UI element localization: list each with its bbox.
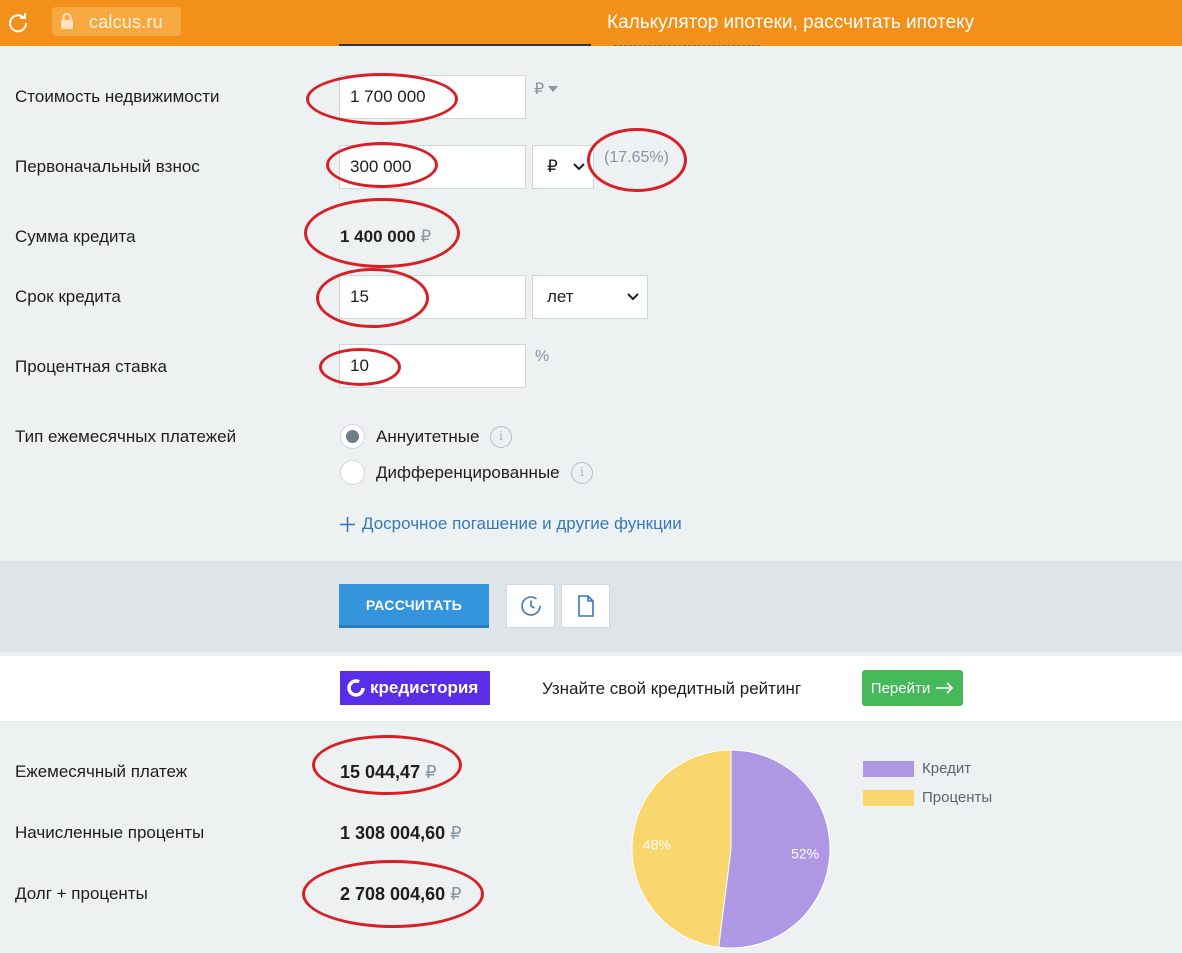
currency-dropdown[interactable]: ₽ xyxy=(534,79,559,99)
accrued-interest-label: Начисленные проценты xyxy=(15,823,205,842)
total-value: 2 708 004,60 ₽ xyxy=(340,884,462,905)
page-title: Калькулятор ипотеки, рассчитать ипотеку xyxy=(607,12,975,33)
loan-amount-value: 1 400 000 ₽ xyxy=(340,227,431,247)
inactive-tab-underline xyxy=(614,45,760,46)
go-button-label: Перейти xyxy=(870,679,931,697)
currency-symbol: ₽ xyxy=(534,81,545,98)
active-tab-underline xyxy=(339,44,591,46)
property-cost-label: Стоимость недвижимости xyxy=(15,87,220,106)
info-icon[interactable]: i xyxy=(571,462,593,484)
kredistoria-logo-text: кредистория xyxy=(370,678,479,697)
lock-icon xyxy=(61,13,73,29)
legend-label-credit: Кредит xyxy=(922,760,972,777)
radio-annuity-label[interactable]: Аннуитетные xyxy=(376,427,479,447)
radio-differentiated-label[interactable]: Дифференцированные xyxy=(376,463,560,483)
interest-rate-unit: % xyxy=(535,348,550,365)
go-button[interactable]: Перейти xyxy=(862,670,963,706)
loan-term-unit: лет xyxy=(547,287,574,306)
loan-term-unit-select[interactable]: лет xyxy=(532,275,648,319)
payment-structure-pie-chart: 52% 48% xyxy=(631,749,831,949)
more-options-link[interactable]: Досрочное погашение и другие функции xyxy=(340,514,682,534)
caret-down-icon xyxy=(548,86,559,92)
loan-amount-label: Сумма кредита xyxy=(15,227,136,246)
chevron-down-icon xyxy=(627,293,639,301)
url-text: calcus.ru xyxy=(89,12,163,32)
interest-rate-label: Процентная ставка xyxy=(15,357,167,376)
payment-type-label: Тип ежемесячных платежей xyxy=(15,427,237,446)
history-button[interactable] xyxy=(506,584,555,628)
down-payment-percent: (17.65%) xyxy=(604,149,669,166)
promo-text: Узнайте свой кредитный рейтинг xyxy=(542,679,802,698)
document-icon xyxy=(577,595,594,617)
reload-icon[interactable] xyxy=(6,10,30,34)
ring-logo-icon xyxy=(347,679,365,697)
interest-rate-value: 10 xyxy=(350,356,369,375)
monthly-payment-number: 15 044,47 xyxy=(340,762,421,782)
accrued-interest-number: 1 308 004,60 xyxy=(340,823,446,843)
monthly-payment-currency: ₽ xyxy=(425,762,437,782)
monthly-payment-label: Ежемесячный платеж xyxy=(15,762,188,781)
calculate-button[interactable]: РАССЧИТАТЬ xyxy=(339,584,489,628)
accrued-interest-currency: ₽ xyxy=(450,823,462,843)
interest-rate-input[interactable]: 10 xyxy=(339,344,526,388)
address-bar[interactable]: calcus.ru xyxy=(52,7,181,36)
export-document-button[interactable] xyxy=(561,584,610,628)
loan-amount-number: 1 400 000 xyxy=(340,227,416,246)
accrued-interest-value: 1 308 004,60 ₽ xyxy=(340,823,462,844)
kredistoria-logo[interactable]: кредистория xyxy=(340,671,490,705)
total-label: Долг + проценты xyxy=(15,884,148,903)
loan-amount-currency: ₽ xyxy=(420,227,432,246)
total-number: 2 708 004,60 xyxy=(340,884,446,904)
loan-term-label: Срок кредита xyxy=(15,287,121,306)
clock-icon xyxy=(520,596,541,616)
arrow-right-icon xyxy=(936,682,954,694)
more-options-text: Досрочное погашение и другие функции xyxy=(362,514,682,533)
legend-label-interest: Проценты xyxy=(922,789,993,806)
radio-differentiated[interactable] xyxy=(340,460,365,485)
radio-annuity[interactable] xyxy=(340,424,365,449)
down-payment-value: 300 000 xyxy=(350,157,412,176)
info-icon[interactable]: i xyxy=(490,426,512,448)
down-payment-unit: ₽ xyxy=(547,157,558,176)
legend-swatch-interest xyxy=(863,790,914,806)
legend-swatch-credit xyxy=(863,761,914,777)
plus-icon xyxy=(340,516,355,532)
monthly-payment-value: 15 044,47 ₽ xyxy=(340,762,437,783)
down-payment-input[interactable]: 300 000 xyxy=(339,145,526,189)
down-payment-label: Первоначальный взнос xyxy=(15,157,200,176)
total-currency: ₽ xyxy=(450,884,462,904)
pie-slice-label: 52% xyxy=(791,846,819,862)
down-payment-unit-select[interactable]: ₽ xyxy=(532,145,594,189)
property-cost-value: 1 700 000 xyxy=(350,87,426,106)
chevron-down-icon xyxy=(573,163,585,171)
loan-term-input[interactable]: 15 xyxy=(339,275,526,319)
loan-term-value: 15 xyxy=(350,287,369,306)
pie-slice-label: 48% xyxy=(643,836,671,852)
browser-header: calcus.ru Калькулятор ипотеки, рассчитат… xyxy=(0,0,1182,46)
property-cost-input[interactable]: 1 700 000 xyxy=(339,75,526,119)
